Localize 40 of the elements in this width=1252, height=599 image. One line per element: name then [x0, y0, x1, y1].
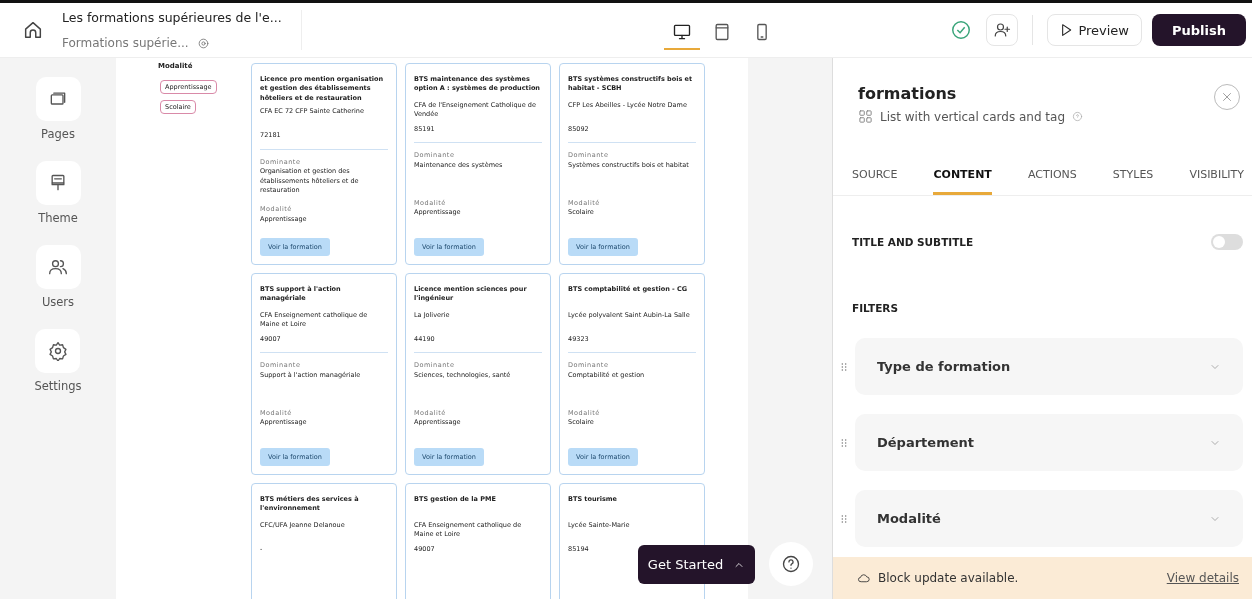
close-icon [1220, 90, 1234, 104]
panel-tab[interactable]: ACTIONS [1027, 162, 1077, 195]
users-button[interactable] [35, 245, 81, 289]
preview-button[interactable]: Preview [1047, 14, 1142, 46]
page-title[interactable]: Les formations supérieures de l'e... [62, 10, 282, 25]
theme-button[interactable] [35, 161, 81, 205]
users-icon [48, 257, 68, 277]
block-type: List with vertical cards and tag [880, 109, 1066, 124]
sidebar-label: Users [41, 295, 75, 309]
panel-tab[interactable]: SOURCE [852, 162, 898, 195]
settings-icon[interactable] [196, 36, 210, 50]
filter-accordion[interactable]: Département [855, 414, 1243, 471]
settings-icon [48, 341, 68, 361]
panel-tab[interactable]: STYLES [1112, 162, 1154, 195]
toggle-switch[interactable] [1211, 234, 1243, 250]
invite-user-button[interactable] [986, 14, 1019, 46]
help-icon [781, 554, 801, 574]
check-circle-icon [950, 19, 973, 41]
panel-tab[interactable]: VISIBILITY [1189, 162, 1244, 195]
sidebar-label: Theme [38, 211, 78, 225]
user-plus-icon [993, 21, 1012, 39]
sidebar-label: Settings [34, 379, 82, 393]
block-name: formations [858, 84, 958, 103]
sidebar-label: Pages [41, 127, 75, 141]
update-banner: Block update available. View details [833, 557, 1252, 599]
page-subtitle: Formations supérie... [62, 36, 189, 50]
section-label: FILTERS [851, 301, 899, 314]
section-label: TITLE AND SUBTITLE [852, 236, 974, 248]
pages-button[interactable] [35, 77, 81, 121]
help-button[interactable] [769, 542, 813, 586]
view-details-link[interactable]: View details [1166, 571, 1239, 585]
cloud-icon [857, 571, 870, 585]
home-icon[interactable] [22, 19, 44, 41]
settings-button[interactable] [35, 329, 81, 373]
get-started-button[interactable]: Get Started [638, 545, 755, 584]
grid-icon [858, 109, 873, 124]
filter-accordion[interactable]: Type de formation [855, 338, 1243, 395]
panel-tab[interactable]: CONTENT [933, 162, 992, 195]
filter-accordion[interactable]: Modalité [855, 490, 1243, 547]
publish-button[interactable]: Publish [1152, 14, 1246, 46]
